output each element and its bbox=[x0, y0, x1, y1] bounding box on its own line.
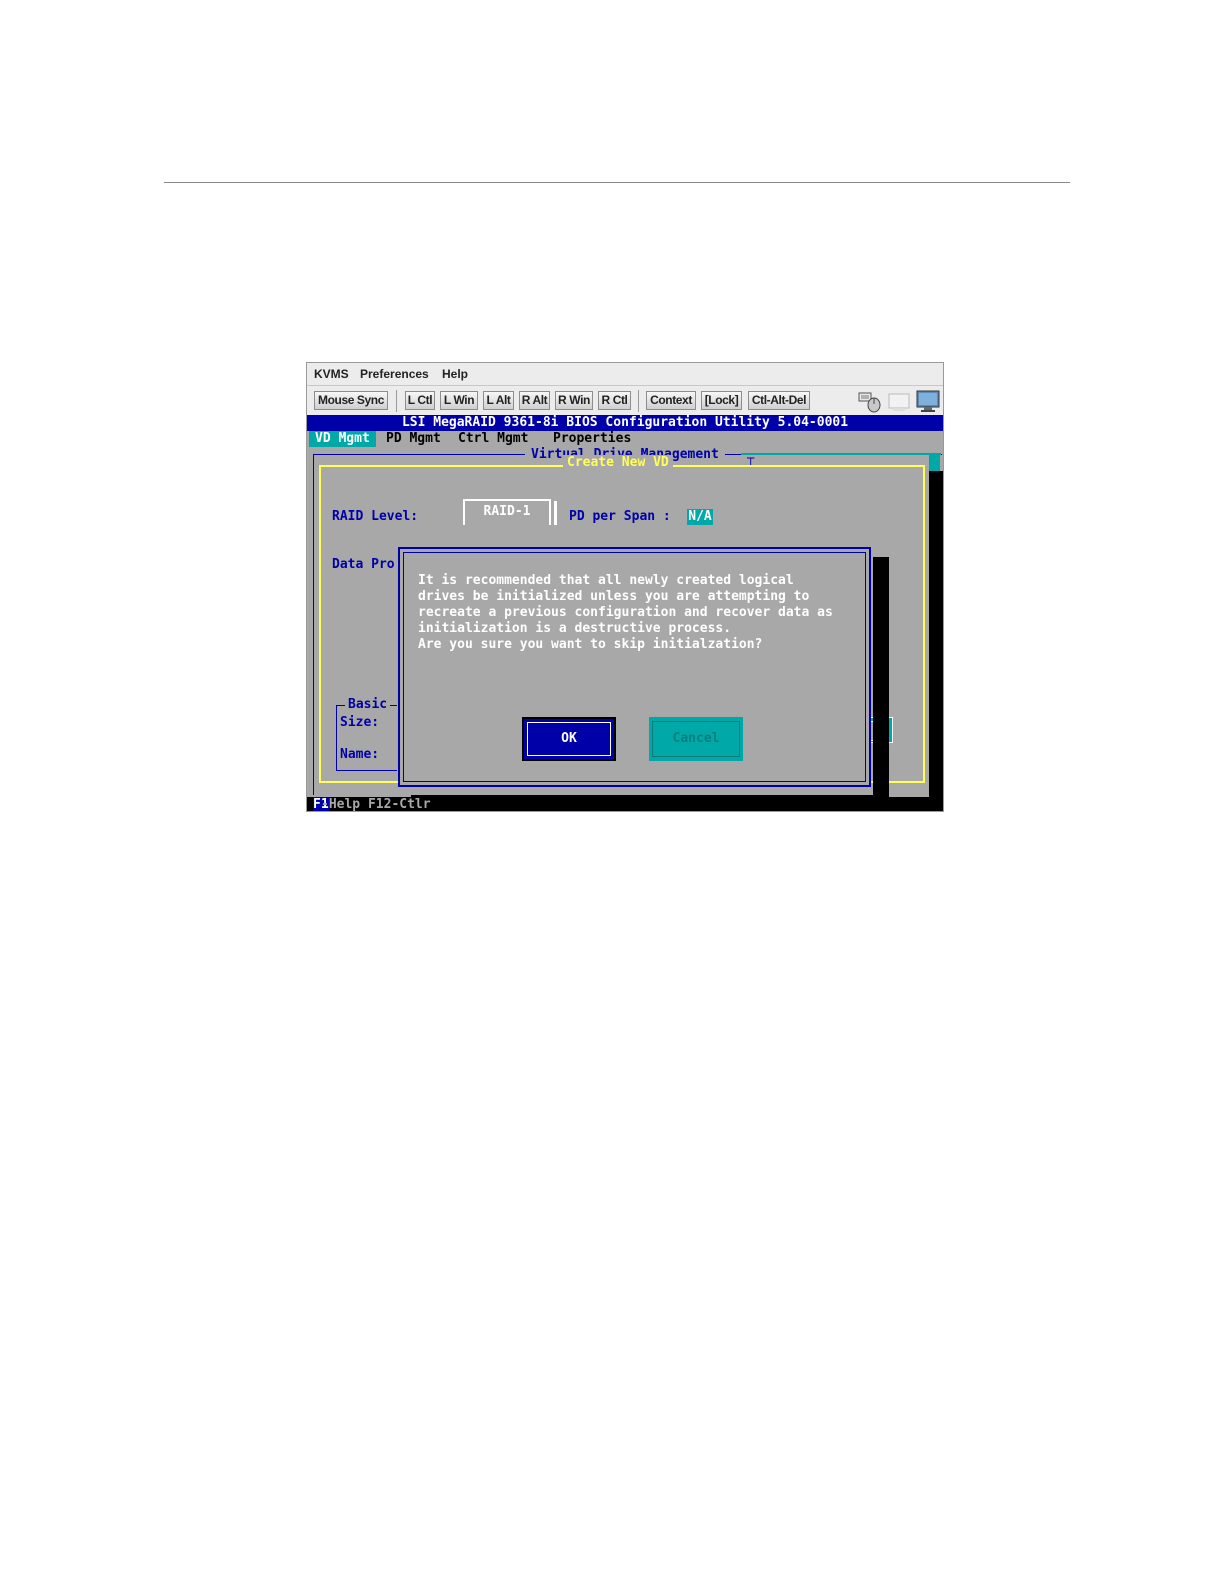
toolbar: Mouse Sync L Ctl L Win L Alt R Alt R Win… bbox=[307, 385, 943, 416]
bios-title: LSI MegaRAID 9361-8i BIOS Configuration … bbox=[307, 415, 943, 431]
l-win-button[interactable]: L Win bbox=[440, 391, 478, 410]
blank-display-icon[interactable] bbox=[887, 388, 911, 414]
toolbar-separator bbox=[396, 390, 397, 412]
menu-bar: KVMS Preferences Help bbox=[307, 363, 943, 385]
bios-screen: LSI MegaRAID 9361-8i BIOS Configuration … bbox=[307, 415, 943, 812]
tab-vd-mgmt[interactable]: VD Mgmt bbox=[309, 431, 376, 447]
panel-shadow bbox=[929, 471, 943, 811]
r-alt-button[interactable]: R Alt bbox=[519, 391, 550, 410]
tab-properties[interactable]: Properties bbox=[553, 431, 631, 447]
skip-initialization-dialog: It is recommended that all newly created… bbox=[398, 547, 871, 787]
ctl-alt-del-button[interactable]: Ctl-Alt-Del bbox=[748, 391, 810, 410]
size-label: Size: bbox=[340, 715, 380, 730]
dialog-message: It is recommended that all newly created… bbox=[418, 573, 833, 652]
ok-button[interactable]: OK bbox=[522, 717, 616, 761]
page-divider bbox=[164, 182, 1070, 183]
menu-kvms[interactable]: KVMS bbox=[314, 367, 349, 381]
pd-per-span-label: PD per Span : bbox=[569, 509, 671, 524]
tab-pd-mgmt[interactable]: PD Mgmt bbox=[386, 431, 441, 447]
status-bar: F1 -Help F12-Ctlr bbox=[307, 797, 943, 812]
cancel-button[interactable]: Cancel bbox=[649, 717, 743, 761]
mouse-sync-button[interactable]: Mouse Sync bbox=[314, 391, 388, 410]
l-alt-button[interactable]: L Alt bbox=[483, 391, 514, 410]
menu-preferences[interactable]: Preferences bbox=[360, 367, 429, 381]
monitor-icon[interactable] bbox=[915, 388, 941, 414]
keyboard-mouse-icon[interactable] bbox=[857, 388, 883, 414]
basic-settings-title: Basic bbox=[345, 697, 391, 713]
lock-button[interactable]: [Lock] bbox=[701, 391, 742, 410]
r-ctl-button[interactable]: R Ctl bbox=[598, 391, 631, 410]
create-new-vd-title: Create New VD bbox=[563, 455, 673, 471]
tab-ctrl-mgmt[interactable]: Ctrl Mgmt bbox=[458, 431, 528, 447]
raid-level-label: RAID Level: bbox=[332, 509, 419, 524]
menu-help[interactable]: Help bbox=[442, 367, 468, 381]
name-label: Name: bbox=[340, 747, 380, 762]
dialog-shadow-right bbox=[873, 557, 889, 811]
context-button[interactable]: Context bbox=[646, 391, 696, 410]
toolbar-separator bbox=[638, 390, 639, 412]
data-protection-label: Data Pro bbox=[332, 557, 395, 572]
virtual-drive-management-panel: Virtual Drive Management ┬ Create New VD… bbox=[307, 447, 943, 811]
kvm-console-window: KVMS Preferences Help Mouse Sync L Ctl L… bbox=[306, 362, 944, 812]
panel-accent-top bbox=[741, 453, 941, 455]
bios-tab-bar: VD Mgmt PD Mgmt Ctrl Mgmt Properties bbox=[307, 431, 943, 447]
r-win-button[interactable]: R Win bbox=[555, 391, 593, 410]
pd-per-span-field[interactable]: N/A bbox=[687, 509, 713, 525]
panel-tick-mark: ┬ bbox=[747, 451, 755, 465]
raid-level-field[interactable]: RAID-1 bbox=[463, 499, 557, 525]
l-ctl-button[interactable]: L Ctl bbox=[405, 391, 435, 410]
status-text: -Help F12-Ctlr bbox=[321, 797, 431, 812]
